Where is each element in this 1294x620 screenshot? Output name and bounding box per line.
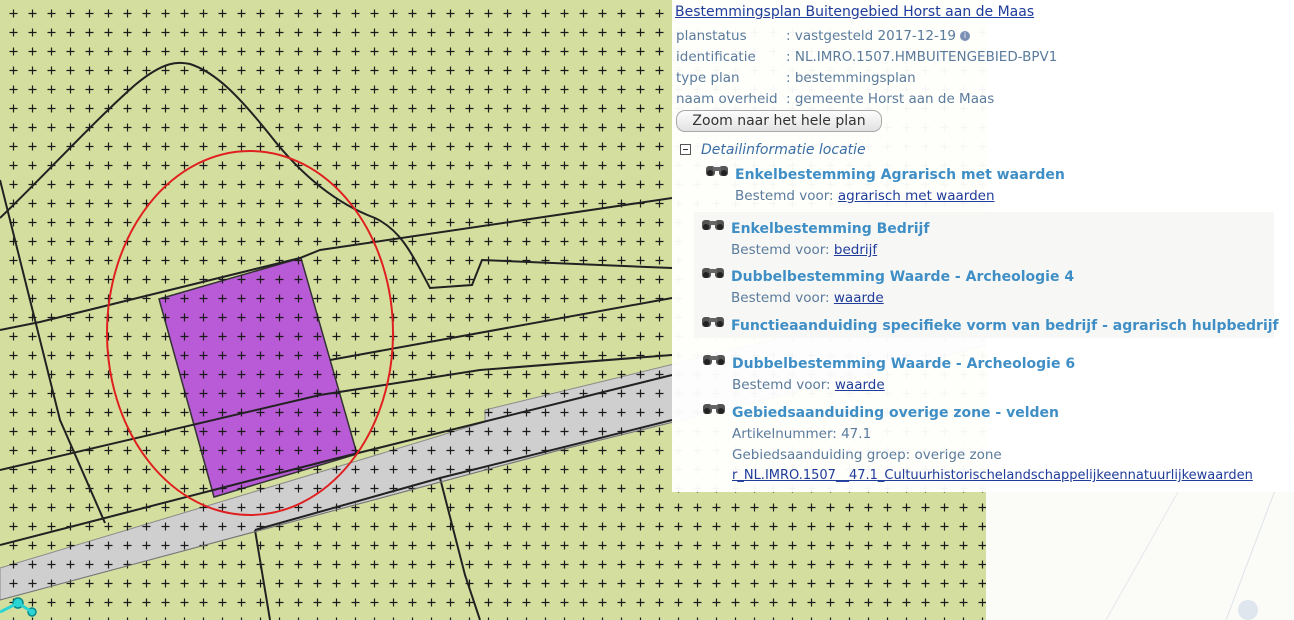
naam-overheid-value: : gemeente Horst aan de Maas	[786, 91, 995, 107]
zoom-to-plan-button[interactable]: Zoom naar het hele plan	[676, 110, 882, 132]
type-plan-label: type plan	[676, 70, 740, 86]
item-title: Enkelbestemming Bedrijf	[731, 221, 930, 237]
item-link[interactable]: r_NL.IMRO.1507__47.1_Cultuurhistorischel…	[732, 468, 1253, 483]
binoculars-icon[interactable]	[700, 313, 726, 331]
identificatie-value: : NL.IMRO.1507.HMBUITENGEBIED-BPV1	[786, 49, 1058, 65]
item-link[interactable]: waarde	[835, 377, 885, 393]
item-link[interactable]: bedrijf	[834, 242, 877, 258]
binoculars-icon[interactable]	[704, 162, 730, 180]
binoculars-icon[interactable]	[700, 216, 726, 234]
item-subtitle: Bestemd voor: waarde	[732, 377, 885, 393]
item-link[interactable]: waarde	[834, 290, 884, 306]
binoculars-icon[interactable]	[701, 400, 727, 418]
binoculars-icon[interactable]	[700, 264, 726, 282]
naam-overheid-label: naam overheid	[676, 91, 778, 107]
item-group: Gebiedsaanduiding groep: overige zone	[732, 447, 1002, 463]
info-icon[interactable]: i	[960, 31, 971, 41]
binoculars-icon[interactable]	[701, 351, 727, 369]
plan-title-link[interactable]: Bestemmingsplan Buitengebied Horst aan d…	[675, 4, 1034, 20]
planstatus-label: planstatus	[676, 28, 747, 44]
detail-section-heading[interactable]: Detailinformatie locatie	[701, 142, 866, 158]
collapse-minus-icon[interactable]	[680, 144, 691, 155]
item-article: Artikelnummer: 47.1	[732, 426, 872, 442]
item-title: Enkelbestemming Agrarisch met waarden	[735, 167, 1065, 183]
identificatie-label: identificatie	[676, 49, 756, 65]
type-plan-value: : bestemmingsplan	[786, 70, 916, 86]
feature-info-panel: Bestemmingsplan Buitengebied Horst aan d…	[672, 0, 1294, 492]
item-title: Gebiedsaanduiding overige zone - velden	[732, 405, 1060, 421]
item-link[interactable]: agrarisch met waarden	[838, 188, 995, 204]
item-subtitle: Bestemd voor: waarde	[731, 290, 884, 306]
item-title: Dubbelbestemming Waarde - Archeologie 6	[732, 356, 1076, 372]
planstatus-value: : vastgesteld 2017-12-19 i	[786, 28, 971, 44]
item-subtitle: Bestemd voor: agrarisch met waarden	[735, 188, 995, 204]
item-title: Dubbelbestemming Waarde - Archeologie 4	[731, 269, 1075, 285]
item-title: Functieaanduiding specifieke vorm van be…	[731, 318, 1279, 334]
item-subtitle: Bestemd voor: bedrijf	[731, 242, 878, 258]
